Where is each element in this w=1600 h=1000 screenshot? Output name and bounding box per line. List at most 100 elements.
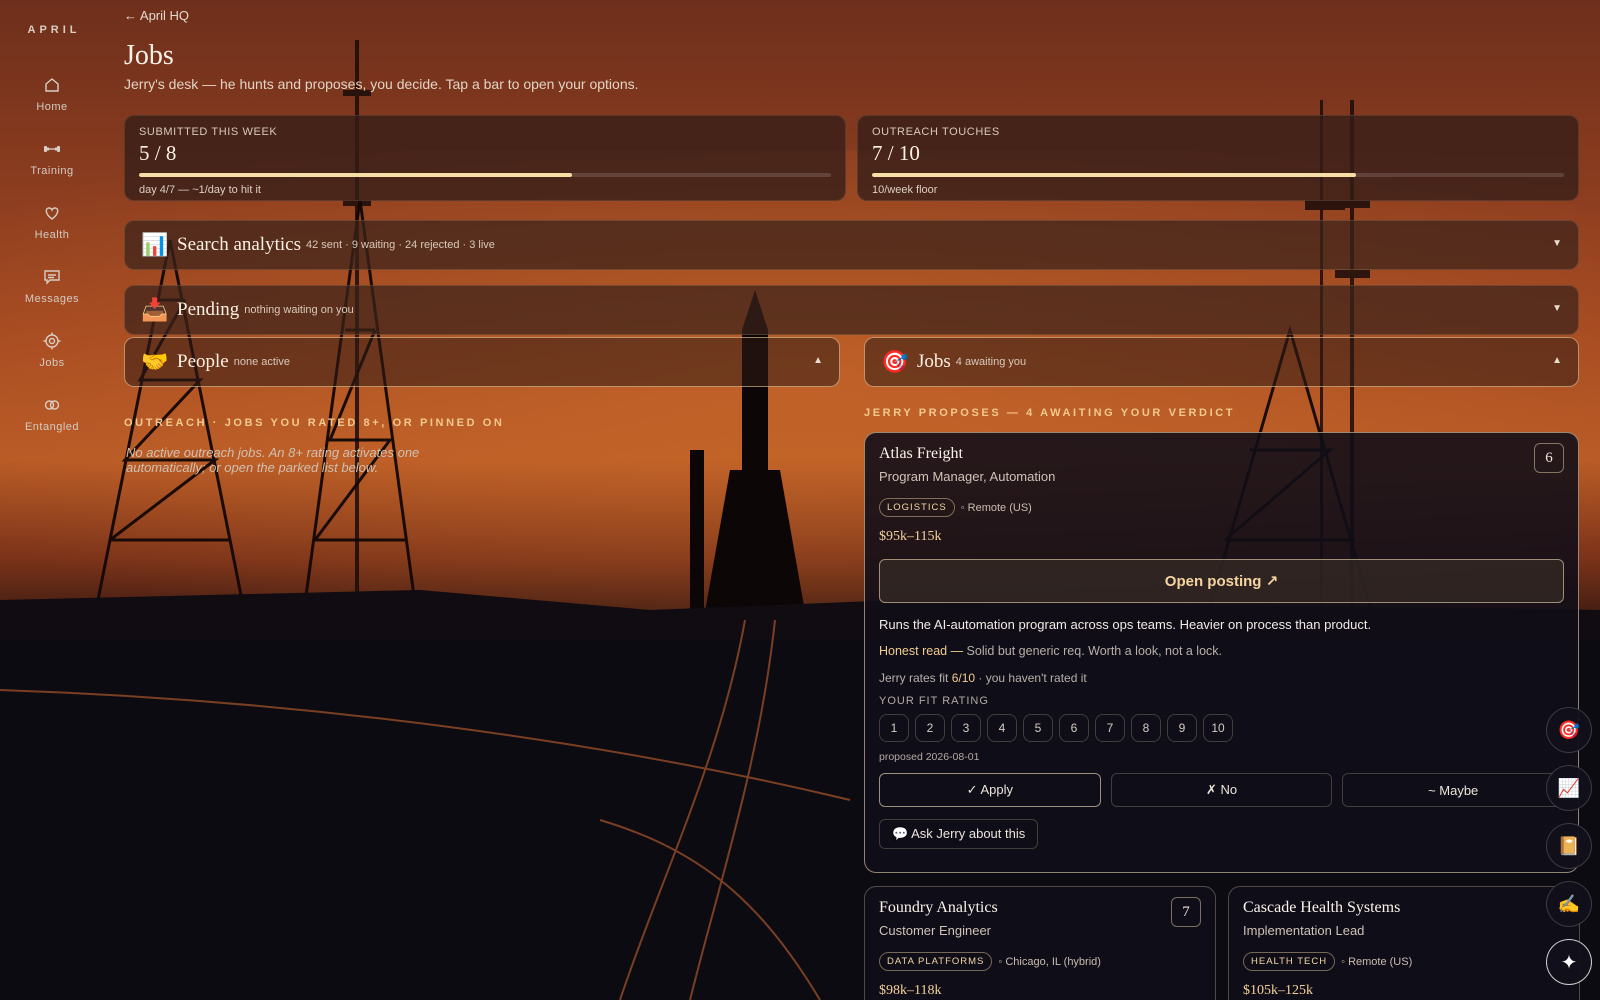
progress-fill [872,173,1357,177]
sidebar-item-label: Home [36,101,68,113]
sidebar-item-health[interactable]: Health [12,190,92,254]
chart-icon[interactable]: 📈 [1546,765,1592,811]
chevron-up-icon: ▲ [1552,355,1562,366]
jerry-fit-rating: Jerry rates fit 6/10 · you haven't rated… [879,671,1564,685]
search-analytics-bar[interactable]: 📊 Search analytics 42 sent · 9 waiting ·… [124,220,1579,270]
industry-tag: DATA PLATFORMS [879,952,993,971]
salary-range: $95k–115k [879,529,942,544]
progress-bar [139,173,831,177]
fit-rating-option[interactable]: 4 [987,714,1017,742]
fit-rating-option[interactable]: 9 [1167,714,1197,742]
job-card[interactable]: Cascade Health Systems Implementation Le… [1228,886,1580,1000]
apply-button[interactable]: ✓ Apply [879,773,1101,807]
section-meta: nothing waiting on you [244,304,354,316]
progress-bar [872,173,1564,177]
sidebar-item-label: Training [30,165,74,177]
sidebar-item-training[interactable]: Training [12,126,92,190]
section-title: Jobs [917,351,951,372]
rings-icon [44,400,60,410]
section-meta: 42 sent · 9 waiting · 24 rejected · 3 li… [305,239,495,251]
fit-rating-option[interactable]: 6 [1059,714,1089,742]
job-location: ◦ Remote (US) [1341,955,1413,968]
stat-value: 5 / 8 [139,141,177,165]
section-meta: 4 awaiting you [955,356,1027,368]
rates-value: 6/10 [951,671,976,685]
honest-read-text: Solid but generic req. Worth a look, not… [963,644,1223,658]
sidebar-item-jobs[interactable]: Jobs [12,318,92,382]
section-title: People [177,351,229,372]
job-card[interactable]: Foundry Analytics Customer Engineer 7 DA… [864,886,1216,1000]
fit-rating-option[interactable]: 2 [915,714,945,742]
stat-label: OUTREACH TOUCHES [872,126,1000,138]
brand-logo: APRIL [27,24,81,36]
home-icon [45,78,59,92]
sidebar-item-messages[interactable]: Messages [12,254,92,318]
handshake-icon: 🤝 [141,349,169,374]
bar-chart-icon: 📊 [141,232,169,257]
stat-card-submitted: SUBMITTED THIS WEEK 5 / 8 day 4/7 — ~1/d… [124,115,846,201]
job-location: ◦ Chicago, IL (hybrid) [998,955,1101,968]
progress-fill [139,173,572,177]
jobs-bar[interactable]: 🎯 Jobs 4 awaiting you ▲ [864,337,1579,387]
fit-rating-option[interactable]: 8 [1131,714,1161,742]
sidebar-item-entangled[interactable]: Entangled [12,382,92,446]
back-link[interactable]: ← April HQ [124,8,189,23]
open-posting-button[interactable]: Open posting ↗ [879,559,1564,603]
section-title: Search analytics [177,234,301,255]
chevron-up-icon: ▲ [813,355,823,366]
honest-read-label: Honest read — [879,644,964,658]
fit-rating-option[interactable]: 10 [1203,714,1233,742]
section-title: Pending [177,299,240,320]
chevron-down-icon: ▼ [1552,303,1562,314]
salary-range: $105k–125k [1243,983,1313,998]
sparkle-icon[interactable]: ✦ [1546,939,1592,985]
jerry-score-badge: 7 [1171,897,1201,927]
inbox-icon: 📥 [141,297,169,322]
fit-rating-picker: 1 2 3 4 5 6 7 8 9 10 [879,714,1564,742]
dumbbell-icon [44,146,60,152]
fit-rating-option[interactable]: 5 [1023,714,1053,742]
sidebar-item-label: Jobs [39,357,65,369]
notebook-icon[interactable]: 📔 [1546,823,1592,869]
honest-read: Honest read — Solid but generic req. Wor… [879,644,1564,658]
fit-rating-label: YOUR FIT RATING [879,695,989,707]
stat-note: 10/week floor [872,184,938,196]
fit-rating-option[interactable]: 7 [1095,714,1125,742]
target-icon [43,332,61,350]
company-name: Foundry Analytics [879,899,998,916]
stat-label: SUBMITTED THIS WEEK [139,126,278,138]
industry-tag: LOGISTICS [879,498,955,517]
job-description: Runs the AI-automation program across op… [879,617,1372,632]
page-title: Jobs [124,40,174,71]
rates-suffix: · you haven't rated it [975,671,1087,685]
ask-jerry-button[interactable]: 💬 Ask Jerry about this [879,819,1039,849]
job-role: Program Manager, Automation [879,469,1056,484]
job-role: Implementation Lead [1243,923,1365,938]
outreach-empty-note: No active outreach jobs. An 8+ rating ac… [126,445,420,475]
sidebar-item-label: Entangled [24,421,80,433]
people-bar[interactable]: 🤝 People none active ▲ [124,337,840,387]
target-icon[interactable]: 🎯 [1546,707,1592,753]
section-meta: none active [233,356,290,368]
industry-tag: HEALTH TECH [1243,952,1336,971]
writing-hand-icon[interactable]: ✍️ [1546,881,1592,927]
pending-bar[interactable]: 📥 Pending nothing waiting on you ▼ [124,285,1579,335]
rates-prefix: Jerry rates fit [879,671,952,685]
sidebar-item-home[interactable]: Home [12,62,92,126]
no-button[interactable]: ✗ No [1110,773,1333,807]
fit-rating-option[interactable]: 1 [879,714,909,742]
job-location: ◦ Remote (US) [960,501,1032,514]
outreach-heading: OUTREACH · JOBS YOU RATED 8+, OR PINNED … [124,417,505,429]
sidebar-item-label: Health [34,229,70,241]
stat-card-outreach: OUTREACH TOUCHES 7 / 10 10/week floor [857,115,1579,201]
company-name: Atlas Freight [879,445,963,462]
message-icon [44,270,60,285]
sidebar: APRIL Home Training Health Messages Jobs [0,0,104,1000]
maybe-button[interactable]: ~ Maybe [1342,773,1565,807]
company-name: Cascade Health Systems [1243,899,1401,916]
chevron-down-icon: ▼ [1552,238,1562,249]
stat-note: day 4/7 — ~1/day to hit it [139,184,261,196]
proposed-date: proposed 2026-08-01 [879,751,980,763]
fit-rating-option[interactable]: 3 [951,714,981,742]
page-subtitle: Jerry's desk — he hunts and proposes, yo… [124,76,639,92]
